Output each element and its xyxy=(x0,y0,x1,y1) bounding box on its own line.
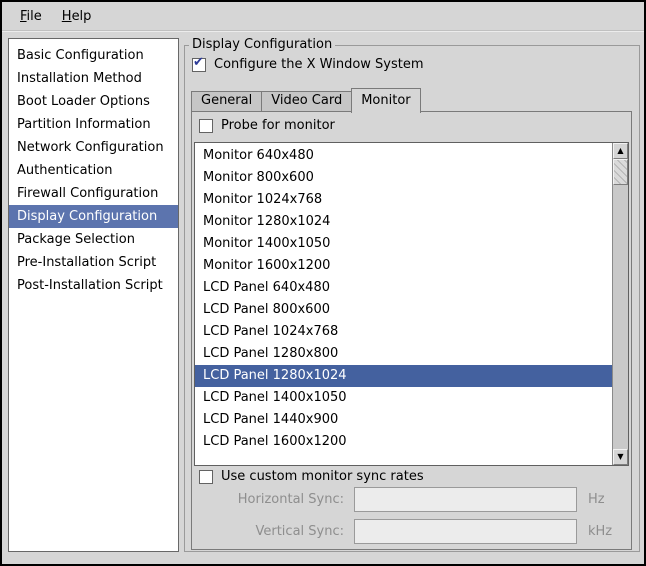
use-custom-sync-label: Use custom monitor sync rates xyxy=(221,469,424,484)
configure-x-row: ✔ Configure the X Window System xyxy=(192,57,424,72)
monitor-listbox: Monitor 640x480Monitor 800x600Monitor 10… xyxy=(194,142,629,466)
sidebar-item[interactable]: Pre-Installation Script xyxy=(9,251,178,274)
frame-title: Display Configuration xyxy=(189,37,335,52)
sidebar-item[interactable]: Post-Installation Script xyxy=(9,274,178,297)
menubar: FileHelp xyxy=(2,2,644,31)
sidebar-item[interactable]: Installation Method xyxy=(9,67,178,90)
monitor-list-item[interactable]: Monitor 1024x768 xyxy=(195,189,612,211)
horizontal-sync-label: Horizontal Sync: xyxy=(192,492,354,507)
sidebar-list: Basic ConfigurationInstallation MethodBo… xyxy=(8,38,179,552)
use-custom-sync-checkbox[interactable]: ✔ xyxy=(199,470,213,484)
monitor-tab-panel: ✔ Probe for monitor Monitor 640x480Monit… xyxy=(191,111,632,550)
probe-row: ✔ Probe for monitor xyxy=(199,118,335,133)
sidebar-item[interactable]: Authentication xyxy=(9,159,178,182)
monitor-list-item[interactable]: LCD Panel 1024x768 xyxy=(195,321,612,343)
tab[interactable]: Video Card xyxy=(261,91,352,112)
sidebar-item[interactable]: Boot Loader Options xyxy=(9,90,178,113)
monitor-list-item[interactable]: Monitor 800x600 xyxy=(195,167,612,189)
monitor-list-item[interactable]: Monitor 1400x1050 xyxy=(195,233,612,255)
horizontal-sync-input[interactable] xyxy=(354,487,577,512)
monitor-list-item[interactable]: LCD Panel 1280x1024 xyxy=(195,365,612,387)
sidebar-item[interactable]: Display Configuration xyxy=(9,205,178,228)
monitor-list-item[interactable]: LCD Panel 1600x1200 xyxy=(195,431,612,453)
vertical-scrollbar[interactable]: ▲ ▼ xyxy=(612,143,628,465)
monitor-list-item[interactable]: LCD Panel 640x480 xyxy=(195,277,612,299)
tab[interactable]: General xyxy=(191,91,262,112)
checkmark-icon: ✔ xyxy=(193,56,204,70)
vertical-sync-unit: kHz xyxy=(588,524,612,539)
vertical-sync-input[interactable] xyxy=(354,519,577,544)
vertical-sync-label: Vertical Sync: xyxy=(192,524,354,539)
monitor-list: Monitor 640x480Monitor 800x600Monitor 10… xyxy=(195,143,612,465)
app-window: FileHelp Basic ConfigurationInstallation… xyxy=(0,0,646,566)
sidebar-item[interactable]: Basic Configuration xyxy=(9,44,178,67)
sidebar-item[interactable]: Network Configuration xyxy=(9,136,178,159)
menu-item[interactable]: Help xyxy=(52,6,102,27)
monitor-list-item[interactable]: LCD Panel 1440x900 xyxy=(195,409,612,431)
down-arrow-icon: ▼ xyxy=(617,453,623,461)
sidebar-item[interactable]: Partition Information xyxy=(9,113,178,136)
sidebar-item[interactable]: Package Selection xyxy=(9,228,178,251)
scrollbar-trough[interactable] xyxy=(613,185,628,449)
monitor-list-item[interactable]: Monitor 1600x1200 xyxy=(195,255,612,277)
configure-x-label: Configure the X Window System xyxy=(214,57,424,72)
menu-item[interactable]: File xyxy=(10,6,52,27)
monitor-list-item[interactable]: LCD Panel 1400x1050 xyxy=(195,387,612,409)
custom-sync-row: ✔ Use custom monitor sync rates xyxy=(199,469,424,484)
horizontal-sync-row: Horizontal Sync: Hz xyxy=(192,487,605,512)
scrollbar-down-button[interactable]: ▼ xyxy=(613,449,628,465)
up-arrow-icon: ▲ xyxy=(617,147,623,155)
monitor-list-item[interactable]: LCD Panel 1280x800 xyxy=(195,343,612,365)
horizontal-sync-unit: Hz xyxy=(588,492,605,507)
probe-for-monitor-checkbox[interactable]: ✔ xyxy=(199,119,213,133)
scrollbar-up-button[interactable]: ▲ xyxy=(613,143,628,159)
monitor-list-item[interactable]: Monitor 1280x1024 xyxy=(195,211,612,233)
vertical-sync-row: Vertical Sync: kHz xyxy=(192,519,612,544)
monitor-list-item[interactable]: Monitor 640x480 xyxy=(195,145,612,167)
tab[interactable]: Monitor xyxy=(351,88,420,113)
sidebar-item[interactable]: Firewall Configuration xyxy=(9,182,178,205)
monitor-list-item[interactable]: LCD Panel 800x600 xyxy=(195,299,612,321)
probe-for-monitor-label: Probe for monitor xyxy=(221,118,335,133)
configure-x-checkbox[interactable]: ✔ xyxy=(192,58,206,72)
display-configuration-frame: Display Configuration ✔ Configure the X … xyxy=(184,45,640,552)
tab-bar: GeneralVideo CardMonitor xyxy=(191,87,420,112)
scrollbar-thumb[interactable] xyxy=(613,159,628,185)
